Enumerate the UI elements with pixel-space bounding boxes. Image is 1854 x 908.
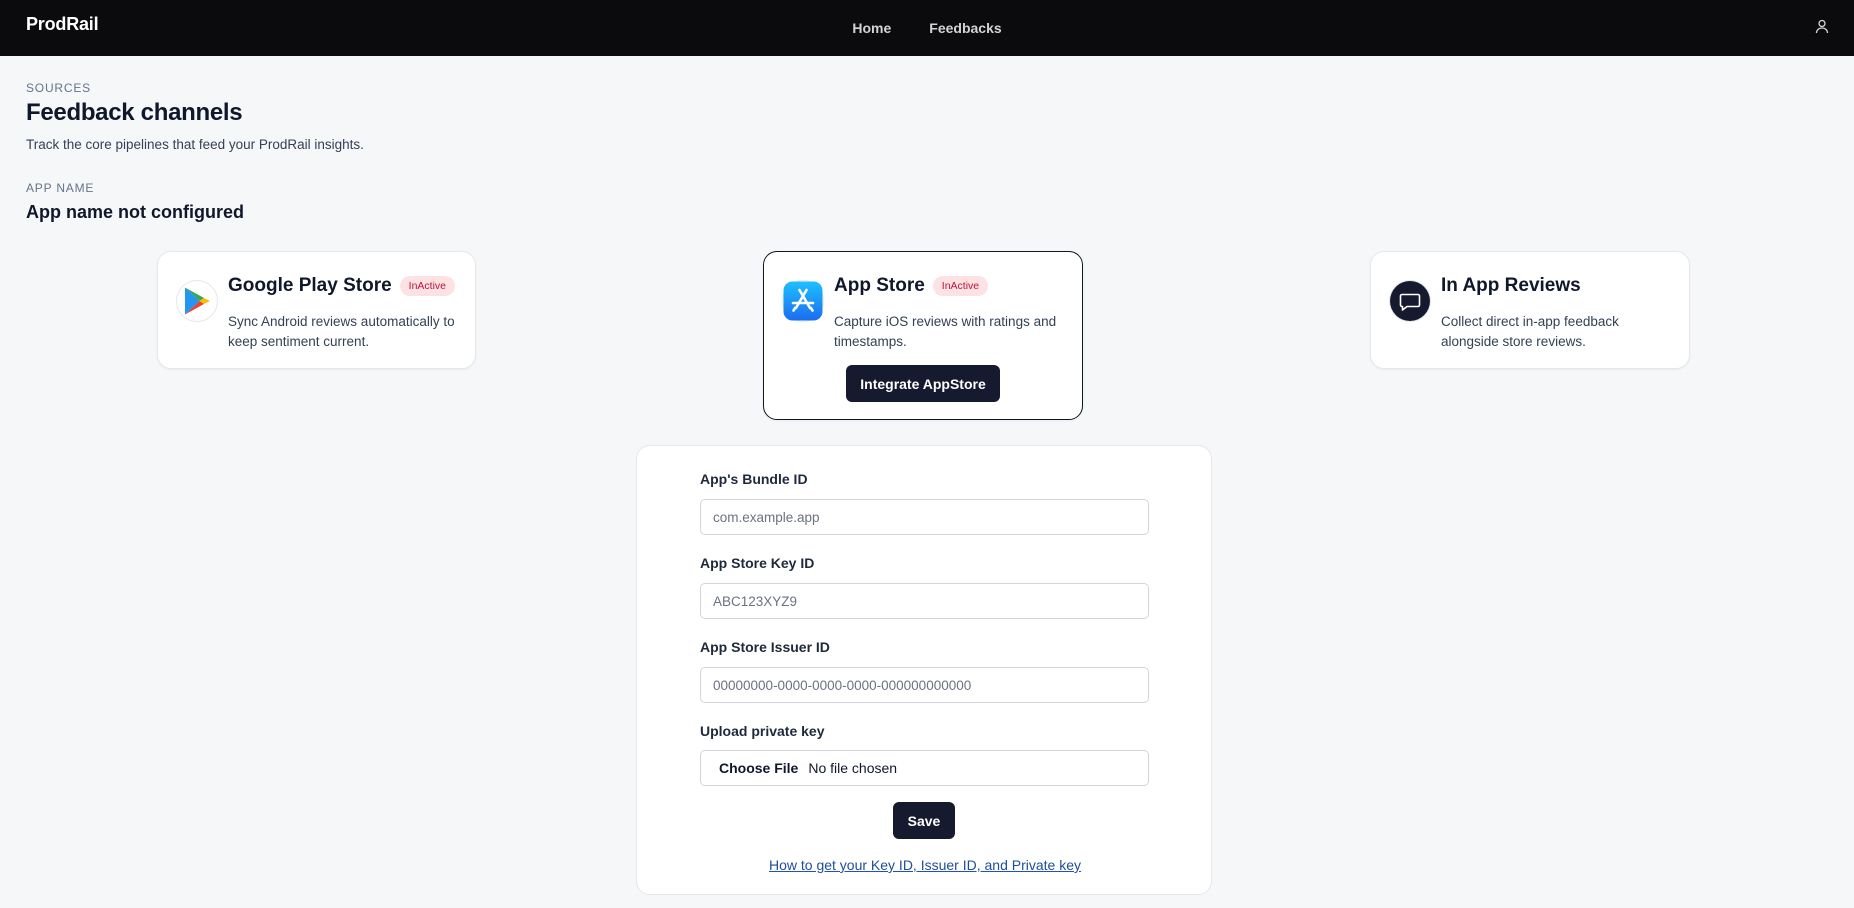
card-title: Google Play Store [228,275,392,296]
file-status: No file chosen [808,760,898,776]
app-store-icon [782,280,824,322]
bundle-id-input[interactable] [700,499,1149,535]
private-key-file-input[interactable]: Choose File No file chosen [700,750,1149,786]
issuer-id-label: App Store Issuer ID [700,639,830,655]
card-app-store[interactable]: App Store InActive Capture iOS reviews w… [763,251,1083,420]
card-description: Sync Android reviews automatically to ke… [228,314,455,349]
integrate-appstore-button[interactable]: Integrate AppStore [846,365,1000,402]
card-title-row: In App Reviews [1441,275,1581,297]
key-id-label: App Store Key ID [700,555,815,571]
card-in-app-reviews[interactable]: In App Reviews Collect direct in-app fee… [1370,251,1690,369]
choose-file-button[interactable]: Choose File [719,760,798,776]
save-button[interactable]: Save [893,802,955,839]
card-title: App Store [834,275,925,296]
appstore-config-form: App's Bundle ID App Store Key ID App Sto… [636,445,1212,895]
nav-link-feedbacks[interactable]: Feedbacks [910,20,1020,36]
card-description: Capture iOS reviews with ratings and tim… [834,314,1057,349]
top-navbar: ProdRail Home Feedbacks [0,0,1854,56]
google-play-icon [176,280,218,322]
app-name-label: APP NAME [26,181,95,195]
app-name-value: App name not configured [26,202,244,222]
nav-link-home[interactable]: Home [833,20,910,36]
card-description: Collect direct in-app feedback alongside… [1441,314,1619,349]
card-title: In App Reviews [1441,275,1581,296]
status-badge: InActive [399,276,456,296]
section-eyebrow: SOURCES [26,81,91,95]
user-icon[interactable] [1812,16,1832,36]
bundle-id-label: App's Bundle ID [700,471,808,487]
nav-links: Home Feedbacks [0,0,1854,56]
page-subtitle: Track the core pipelines that feed your … [26,137,364,152]
help-link-container: How to get your Key ID, Issuer ID, and P… [637,857,1213,873]
page-title: Feedback channels [26,99,243,126]
card-title-row: Google Play Store InActive [228,275,456,297]
key-id-input[interactable] [700,583,1149,619]
upload-key-label: Upload private key [700,723,825,739]
credentials-help-link[interactable]: How to get your Key ID, Issuer ID, and P… [769,857,1081,873]
card-title-row: App Store InActive [834,275,989,297]
card-google-play[interactable]: Google Play Store InActive Sync Android … [157,251,476,369]
issuer-id-input[interactable] [700,667,1149,703]
chat-bubble-icon [1389,280,1431,322]
brand-logo[interactable]: ProdRail [26,14,99,35]
status-badge: InActive [932,276,989,296]
